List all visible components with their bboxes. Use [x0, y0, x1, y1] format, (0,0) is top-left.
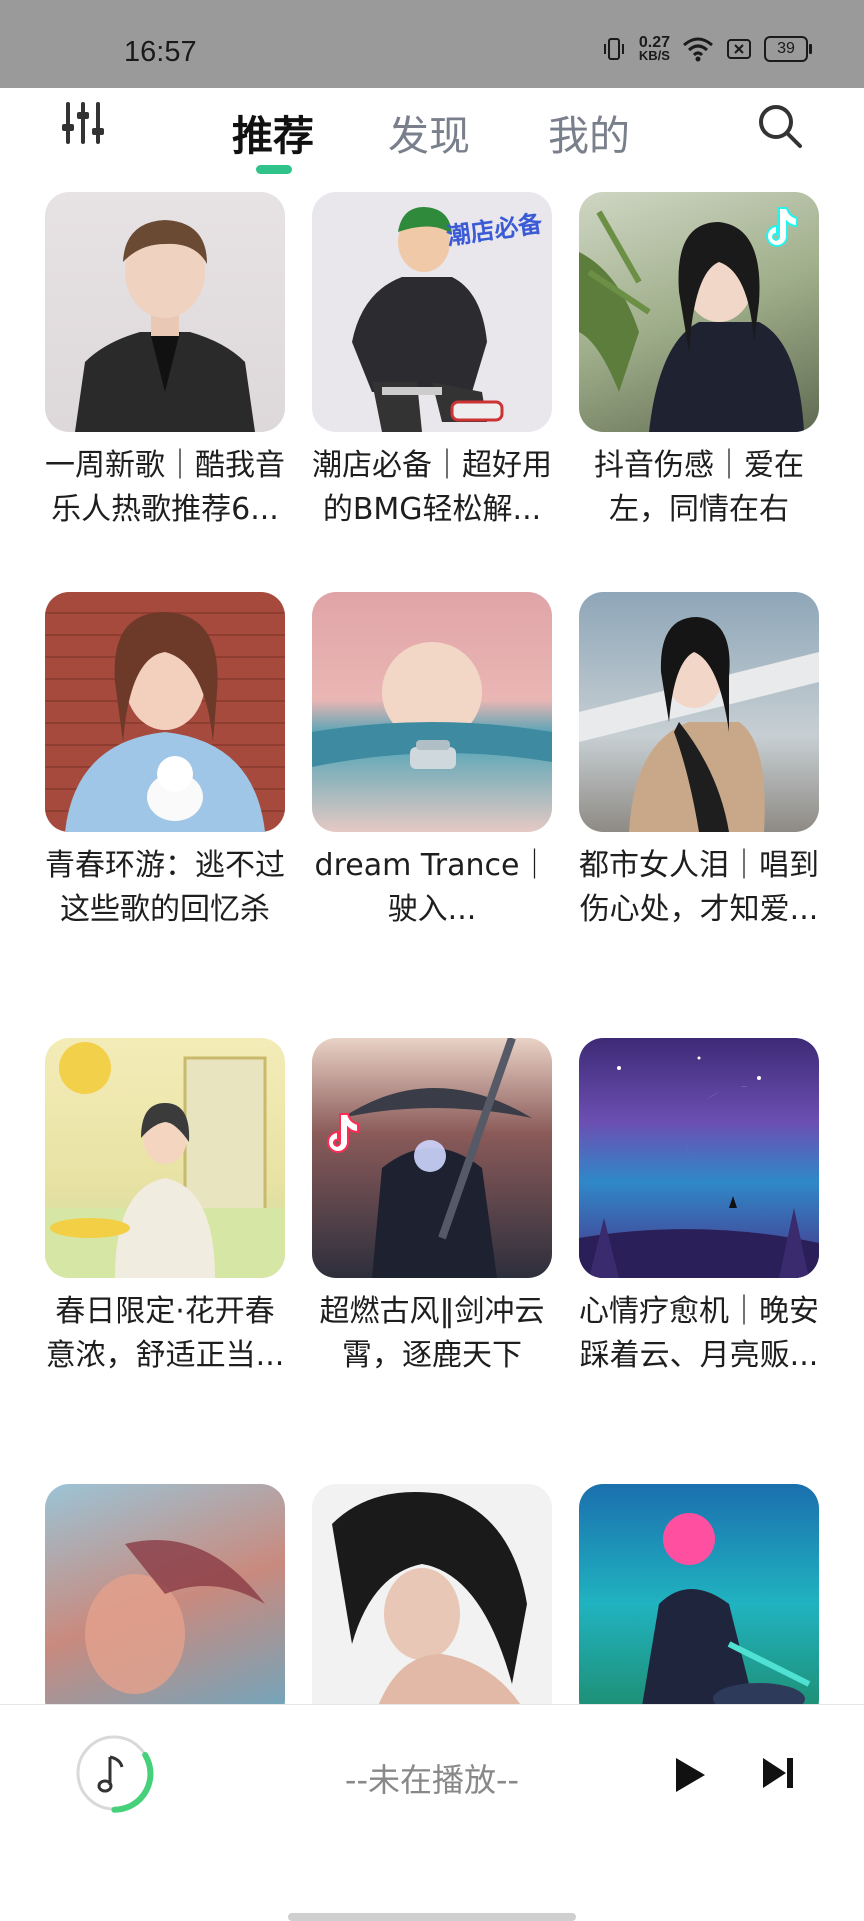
status-bar: 16:57 0.27 KB/S 39	[0, 0, 864, 88]
playlist-card[interactable]	[579, 1484, 819, 1704]
status-time: 16:57	[124, 36, 197, 68]
playlist-card[interactable]: dream Trance｜驶入...	[312, 592, 552, 932]
playlist-cover	[312, 592, 552, 832]
playlist-card[interactable]	[312, 1484, 552, 1704]
playlist-cover	[45, 1484, 285, 1704]
search-icon[interactable]	[756, 102, 804, 150]
playlist-card[interactable]: 心情疗愈机｜晚安踩着云、月亮贩...	[579, 1038, 819, 1378]
tab-mine[interactable]: 我的	[548, 102, 630, 162]
playlist-card[interactable]: 春日限定·花开春意浓，舒适正当...	[45, 1038, 285, 1378]
playlist-cover	[312, 1038, 552, 1278]
next-icon[interactable]	[760, 1755, 796, 1791]
status-icons: 0.27 KB/S 39	[601, 35, 812, 63]
playlist-card[interactable]: 超燃古风‖剑冲云霄，逐鹿天下	[312, 1038, 552, 1378]
sim-icon	[727, 39, 751, 59]
tiktok-icon	[766, 207, 798, 247]
active-tab-indicator	[256, 165, 292, 174]
playlist-title: 心情疗愈机｜晚安踩着云、月亮贩...	[579, 1294, 819, 1373]
playlist-grid: 一周新歌｜酷我音乐人热歌推荐6... 潮店必备 潮店必备｜超好用的BMG轻松解.…	[0, 192, 864, 1704]
playlist-card[interactable]: 都市女人泪｜唱到伤心处，才知爱...	[579, 592, 819, 932]
playlist-card[interactable]: 一周新歌｜酷我音乐人热歌推荐6...	[45, 192, 285, 532]
playlist-title: 春日限定·花开春意浓，舒适正当...	[45, 1294, 285, 1373]
playlist-cover	[45, 1038, 285, 1278]
playlist-title: 一周新歌｜酷我音乐人热歌推荐6...	[45, 448, 285, 527]
vibrate-icon	[603, 38, 624, 60]
playlist-card[interactable]: 抖音伤感｜爱在左，同情在右	[579, 192, 819, 532]
tab-discover[interactable]: 发现	[388, 102, 470, 162]
playlist-cover	[579, 1484, 819, 1704]
playlist-cover	[312, 1484, 552, 1704]
playlist-cover	[579, 192, 819, 432]
playlist-title: 都市女人泪｜唱到伤心处，才知爱...	[579, 848, 819, 927]
playlist-card[interactable]: 青春环游：逃不过这些歌的回忆杀	[45, 592, 285, 932]
playlist-cover: 潮店必备	[312, 192, 552, 432]
playlist-cover	[45, 192, 285, 432]
playlist-title: 超燃古风‖剑冲云霄，逐鹿天下	[319, 1294, 545, 1373]
playlist-title: 抖音伤感｜爱在左，同情在右	[594, 448, 804, 527]
tiktok-icon	[327, 1113, 359, 1153]
playlist-card[interactable]	[45, 1484, 285, 1704]
top-nav: 推荐 发现 我的	[0, 88, 864, 184]
playlist-title: dream Trance｜驶入...	[314, 848, 550, 927]
now-playing-text: --未在播放--	[344, 1761, 520, 1799]
equalizer-icon[interactable]	[58, 98, 108, 148]
playlist-title: 潮店必备｜超好用的BMG轻松解...	[312, 448, 552, 527]
battery-indicator: 39	[764, 36, 812, 62]
playlist-cover	[579, 1038, 819, 1278]
tab-recommend[interactable]: 推荐	[232, 102, 314, 162]
play-icon[interactable]	[672, 1755, 708, 1795]
mini-player[interactable]: --未在播放--	[0, 1704, 864, 1921]
wifi-icon	[683, 37, 713, 62]
playlist-cover	[579, 592, 819, 832]
playlist-card[interactable]: 潮店必备 潮店必备｜超好用的BMG轻松解...	[312, 192, 552, 532]
playlist-title: 青春环游：逃不过这些歌的回忆杀	[45, 848, 285, 927]
net-speed-unit: KB/S	[638, 48, 670, 63]
playlist-cover	[45, 592, 285, 832]
net-speed: 0.27 KB/S	[638, 35, 670, 63]
